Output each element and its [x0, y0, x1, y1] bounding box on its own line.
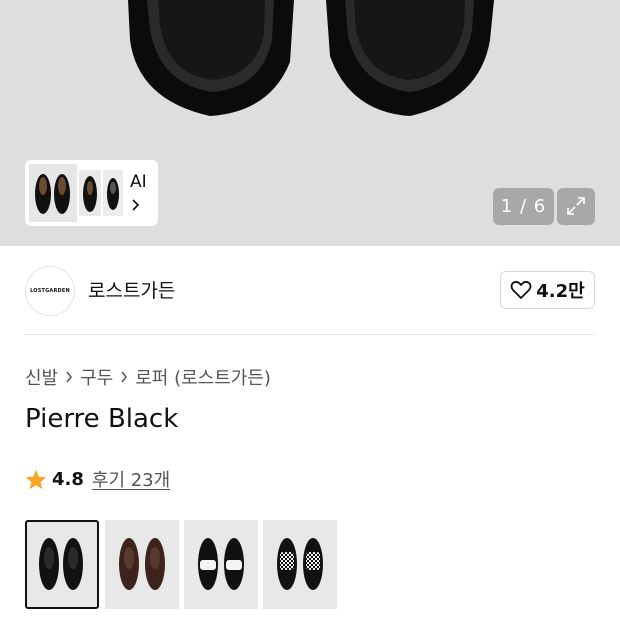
color-option-black[interactable] [25, 520, 99, 609]
product-title: Pierre Black [25, 404, 179, 434]
like-button[interactable]: 4.2만 [500, 271, 595, 309]
breadcrumb-item-shoes[interactable]: 신발 [25, 364, 58, 390]
heart-icon [510, 280, 532, 299]
expand-icon [567, 197, 585, 215]
expand-image-button[interactable] [557, 188, 595, 225]
swatch-image [119, 538, 165, 590]
ai-recommendation-card[interactable]: AI [25, 160, 158, 226]
brand-logo-text: LOSTGARDEN [30, 288, 70, 294]
ai-label: AI [130, 172, 147, 192]
swatch-image [277, 538, 323, 590]
chevron-right-icon [120, 371, 128, 383]
chevron-right-icon [132, 199, 140, 211]
color-option-brown[interactable] [105, 520, 179, 609]
brand-name[interactable]: 로스트가든 [88, 276, 175, 303]
breadcrumb-item-dress-shoes[interactable]: 구두 [80, 364, 113, 390]
reviews-link[interactable]: 후기 23개 [92, 466, 170, 492]
brand-logo[interactable]: LOSTGARDEN [25, 266, 75, 316]
image-counter: 1 / 6 [493, 188, 554, 225]
product-rating: 4.8 후기 23개 [25, 466, 170, 492]
rating-score: 4.8 [52, 468, 84, 490]
breadcrumb-item-loafers[interactable]: 로퍼 (로스트가든) [135, 364, 271, 390]
ai-thumbnail-strip [29, 164, 123, 222]
like-count: 4.2만 [536, 281, 585, 302]
breadcrumb: 신발 구두 로퍼 (로스트가든) [25, 364, 271, 390]
color-option-checkerboard[interactable] [263, 520, 337, 609]
star-icon [25, 469, 47, 489]
color-option-black-white[interactable] [184, 520, 258, 609]
chevron-right-icon [65, 371, 73, 383]
divider [25, 334, 595, 335]
swatch-image [198, 538, 244, 590]
swatch-image [39, 538, 83, 590]
product-image-gallery[interactable]: AI 1 / 6 [0, 0, 620, 246]
